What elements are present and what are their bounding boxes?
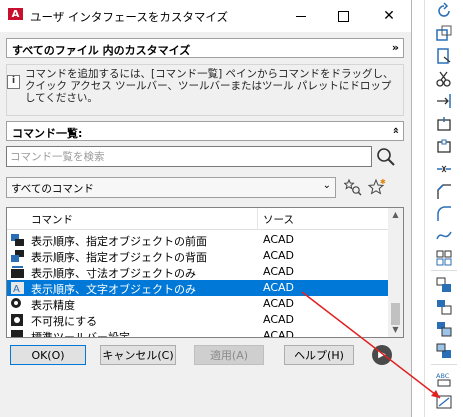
annotation-arrow (301, 291, 441, 399)
